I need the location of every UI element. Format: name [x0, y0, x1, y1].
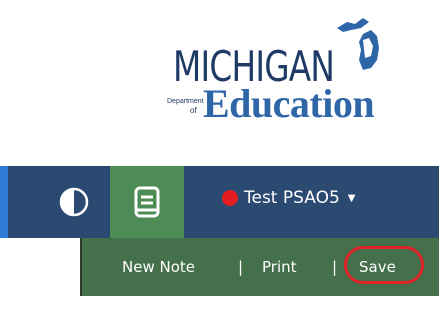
separator: | — [332, 258, 338, 276]
contrast-button[interactable] — [38, 166, 110, 238]
separator: | — [238, 258, 244, 276]
test-name: Test PSAO5 — [244, 188, 340, 208]
test-selector-dropdown[interactable]: Test PSAO5 ▼ — [222, 188, 355, 208]
new-note-button[interactable]: New Note — [122, 258, 195, 276]
status-dot-icon — [222, 190, 238, 206]
notebook-icon — [134, 186, 160, 218]
logo-of: of — [190, 106, 197, 115]
notebook-button[interactable] — [110, 166, 184, 238]
logo-department: Department — [167, 98, 204, 105]
toolbar-accent-strip — [0, 166, 8, 238]
top-toolbar: Test PSAO5 ▼ — [0, 166, 439, 238]
chevron-down-icon: ▼ — [347, 192, 356, 204]
logo-education: Education — [203, 81, 375, 126]
save-button[interactable]: Save — [359, 258, 396, 276]
michigan-education-logo: MICHIGAN Department of Education — [165, 14, 439, 126]
print-button[interactable]: Print — [262, 258, 297, 276]
note-toolbar: New Note | Print | Save — [80, 238, 439, 296]
michigan-map-icon — [337, 18, 379, 70]
contrast-icon — [59, 187, 89, 217]
